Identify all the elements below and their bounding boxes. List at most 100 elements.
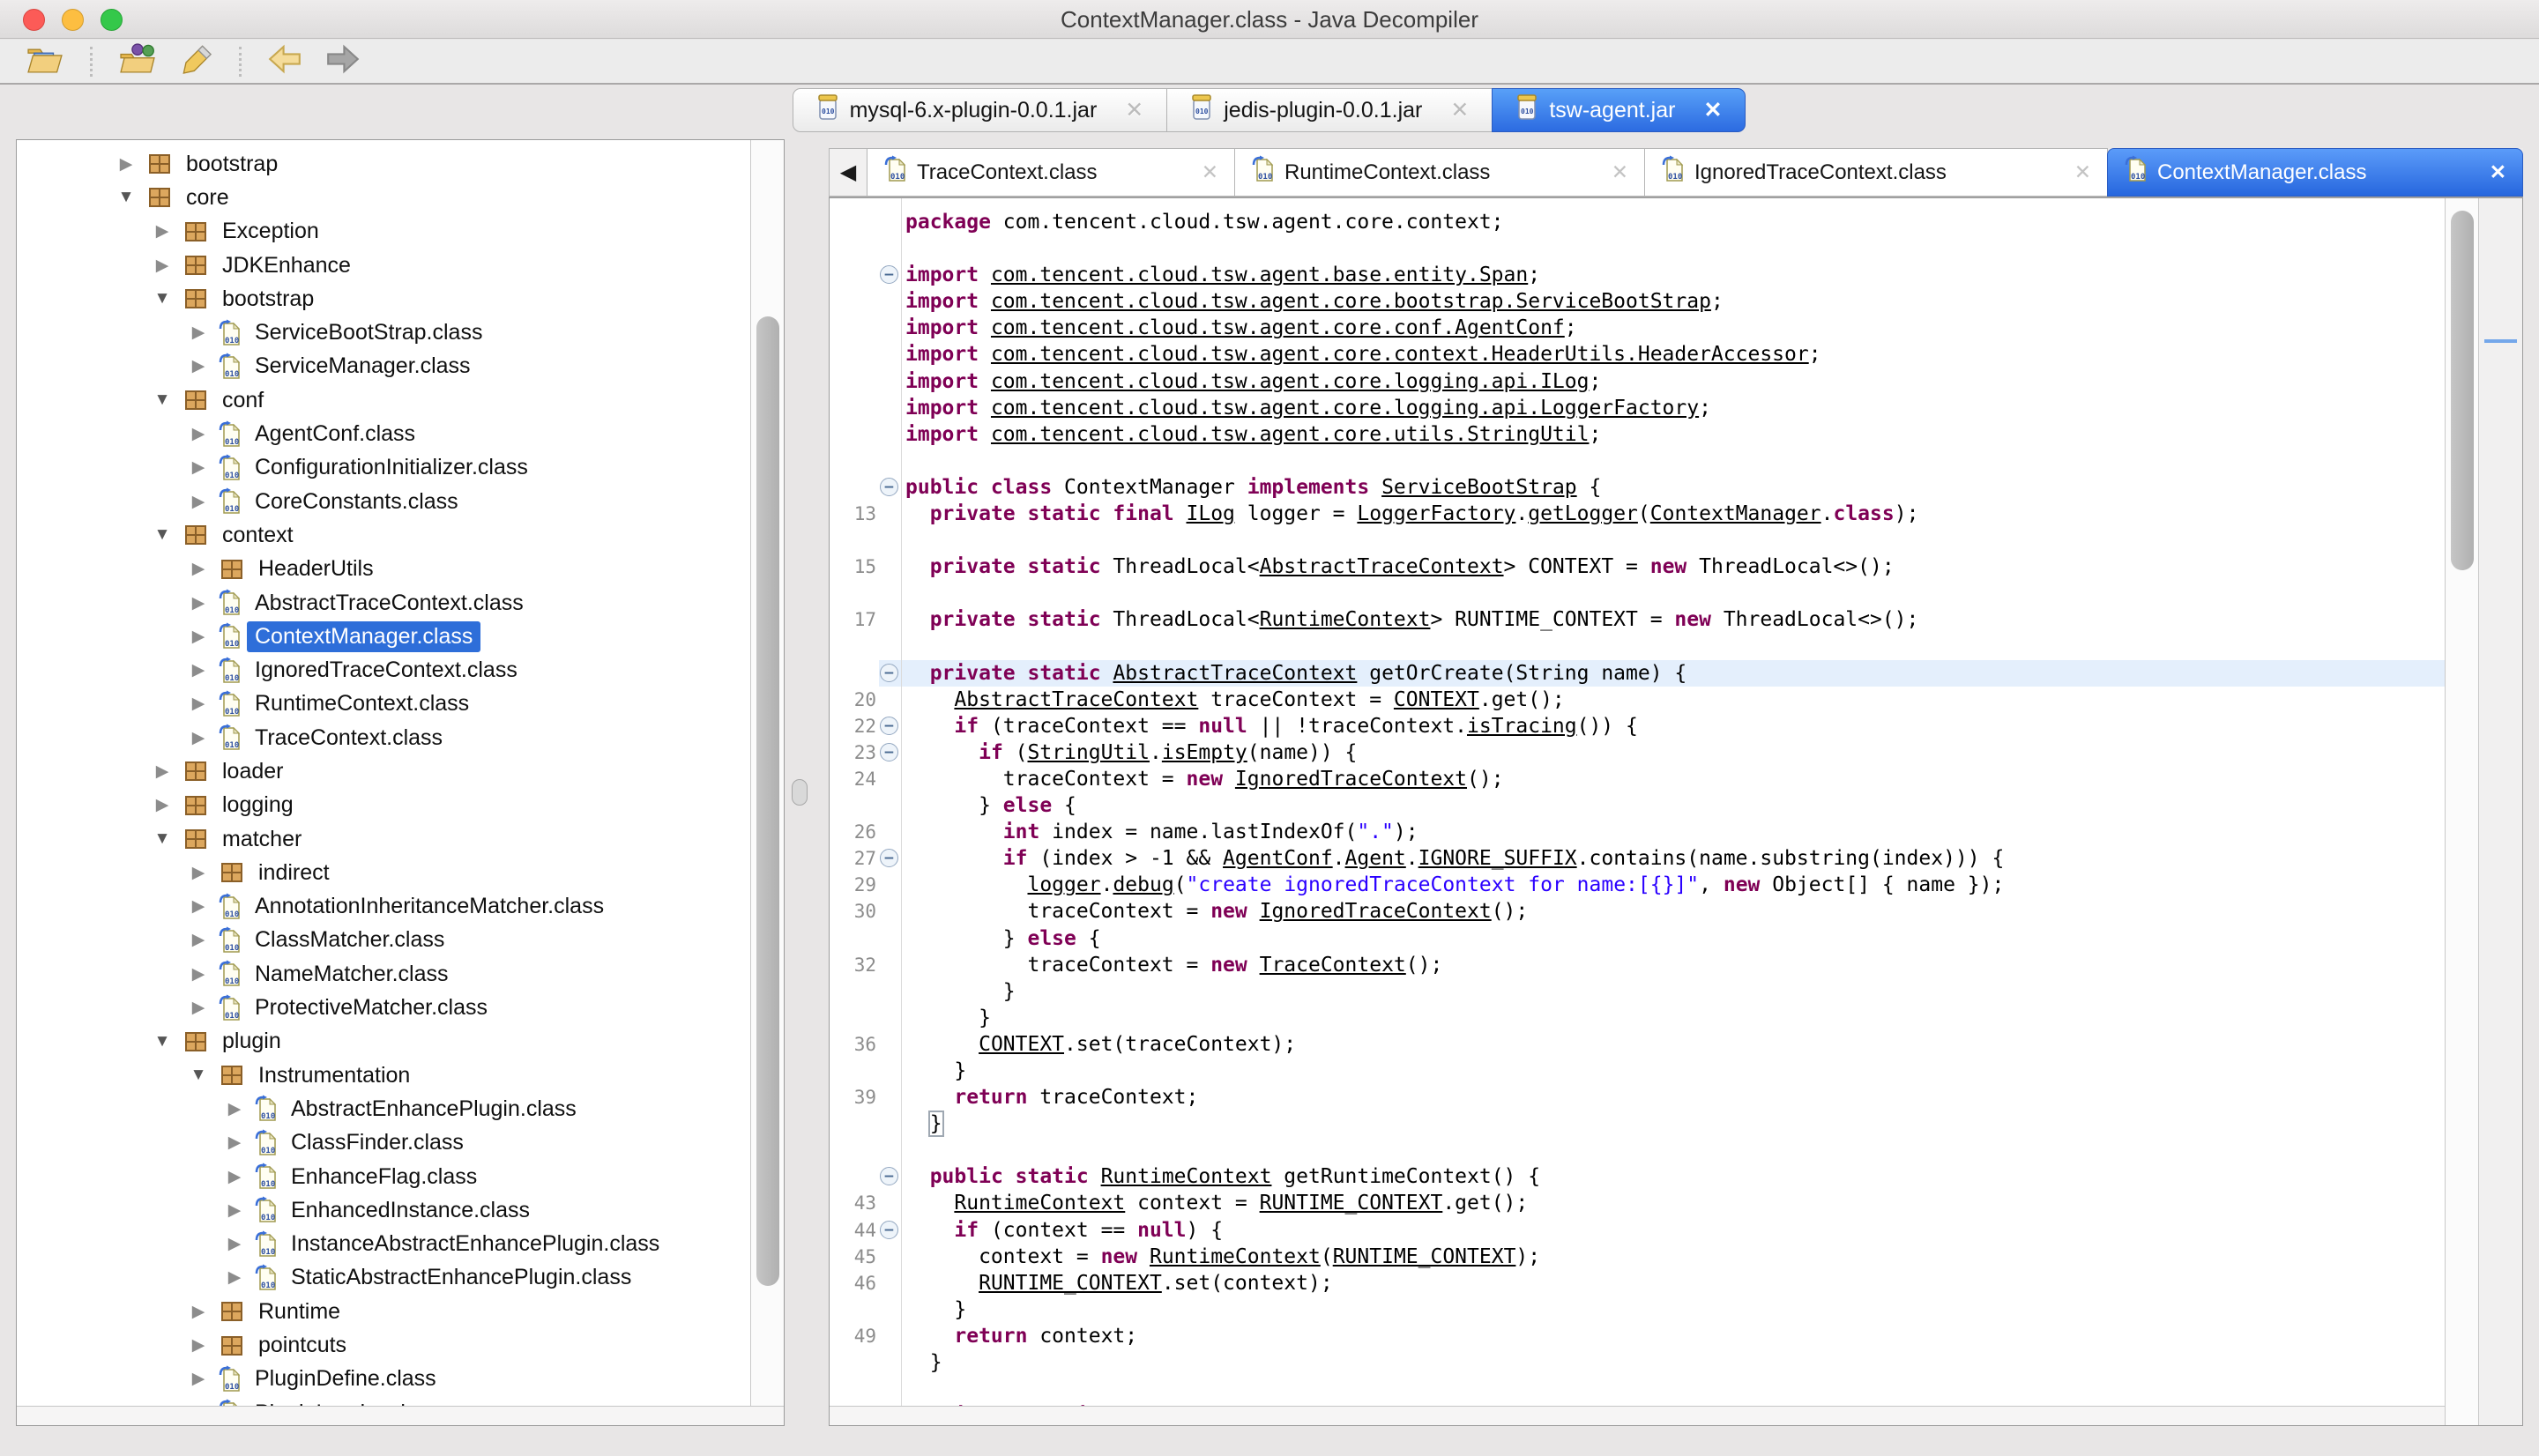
code-link[interactable]: RuntimeContext xyxy=(954,1192,1125,1215)
disclosure-triangle-icon[interactable]: ▶ xyxy=(152,256,173,276)
tree-item[interactable]: ▶JDKEnhance xyxy=(17,249,750,282)
disclosure-triangle-icon[interactable]: ▶ xyxy=(115,154,137,175)
disclosure-triangle-icon[interactable]: ▼ xyxy=(152,525,173,545)
code-link[interactable]: ServiceBootStrap xyxy=(1381,476,1577,499)
tree-item[interactable]: ▶010NameMatcher.class xyxy=(17,957,750,991)
disclosure-triangle-icon[interactable]: ▶ xyxy=(224,1099,245,1119)
disclosure-triangle-icon[interactable]: ▶ xyxy=(188,559,209,579)
disclosure-triangle-icon[interactable]: ▶ xyxy=(224,1133,245,1153)
code-link[interactable]: LoggerFactory xyxy=(1357,502,1515,525)
tree-item[interactable]: ▶010IgnoredTraceContext.class xyxy=(17,653,750,687)
tree-item[interactable]: ▼Instrumentation xyxy=(17,1059,750,1092)
disclosure-triangle-icon[interactable]: ▼ xyxy=(188,1066,209,1085)
tree-item[interactable]: ▶010ConfigurationInitializer.class xyxy=(17,451,750,485)
close-icon[interactable]: ✕ xyxy=(2074,160,2091,184)
code-link[interactable]: RuntimeContext xyxy=(1260,608,1431,631)
code-link[interactable]: debug xyxy=(1113,873,1173,896)
class-tab[interactable]: 010TraceContext.class✕ xyxy=(867,148,1235,197)
disclosure-triangle-icon[interactable]: ▶ xyxy=(152,761,173,782)
tree-item[interactable]: ▼context xyxy=(17,518,750,552)
close-icon[interactable]: ✕ xyxy=(1450,97,1469,123)
code-link[interactable]: ILog xyxy=(1187,502,1235,525)
tree-horizontal-scrollbar[interactable] xyxy=(17,1406,784,1425)
disclosure-triangle-icon[interactable]: ▶ xyxy=(188,964,209,984)
tree-item[interactable]: ▶010ClassMatcher.class xyxy=(17,924,750,957)
code-link[interactable]: RUNTIME_CONTEXT xyxy=(1333,1245,1516,1268)
code-link[interactable]: RUNTIME_CONTEXT xyxy=(1260,1192,1443,1215)
overview-ruler[interactable] xyxy=(2478,198,2522,1425)
class-tab[interactable]: 010IgnoredTraceContext.class✕ xyxy=(1644,148,2108,197)
overview-ruler-marker[interactable] xyxy=(2484,339,2517,343)
close-icon[interactable]: ✕ xyxy=(1202,160,1218,184)
code-link[interactable]: com.tencent.cloud.tsw.agent.core.bootstr… xyxy=(991,290,1711,313)
fold-collapse-icon[interactable]: – xyxy=(880,478,898,496)
tree-item[interactable]: ▶010PluginLoader.class xyxy=(17,1396,750,1406)
jar-tab[interactable]: 010mysql-6.x-plugin-0.0.1.jar✕ xyxy=(793,88,1168,132)
code-area[interactable]: package com.tencent.cloud.tsw.agent.core… xyxy=(830,198,2445,1406)
tree-item[interactable]: ▶loader xyxy=(17,754,750,788)
close-icon[interactable]: ✕ xyxy=(1612,160,1628,184)
code-link[interactable]: com.tencent.cloud.tsw.agent.core.context… xyxy=(991,343,1809,366)
close-icon[interactable]: ✕ xyxy=(2490,160,2506,184)
disclosure-triangle-icon[interactable]: ▶ xyxy=(188,593,209,613)
fold-collapse-icon[interactable]: – xyxy=(880,1167,898,1185)
disclosure-triangle-icon[interactable]: ▼ xyxy=(152,1032,173,1051)
tree-item[interactable]: ▶logging xyxy=(17,789,750,822)
code-link[interactable]: getLogger xyxy=(1528,502,1638,525)
tree-item[interactable]: ▶010ServiceBootStrap.class xyxy=(17,316,750,349)
disclosure-triangle-icon[interactable]: ▶ xyxy=(188,323,209,343)
code-link[interactable]: AgentConf xyxy=(1223,847,1333,870)
back-button[interactable] xyxy=(266,42,303,80)
disclosure-triangle-icon[interactable]: ▶ xyxy=(152,221,173,241)
open-type-button[interactable] xyxy=(117,42,158,80)
tree-vertical-scrollbar[interactable] xyxy=(750,140,784,1406)
fold-collapse-icon[interactable]: – xyxy=(880,743,898,761)
code-link[interactable]: ContextManager xyxy=(1650,502,1821,525)
tree-item[interactable]: ▶010ContextManager.class xyxy=(17,620,750,653)
tree-item[interactable]: ▶010StaticAbstractEnhancePlugin.class xyxy=(17,1261,750,1295)
code-link[interactable]: TraceContext xyxy=(1260,954,1406,977)
code-link[interactable]: AbstractTraceContext xyxy=(1113,662,1357,685)
disclosure-triangle-icon[interactable]: ▶ xyxy=(188,930,209,950)
code-link[interactable]: CONTEXT xyxy=(979,1033,1064,1056)
disclosure-triangle-icon[interactable]: ▶ xyxy=(224,1200,245,1221)
code-link[interactable]: logger xyxy=(1027,873,1100,896)
code-link[interactable]: com.tencent.cloud.tsw.agent.base.entity.… xyxy=(991,264,1528,286)
fold-collapse-icon[interactable]: – xyxy=(880,664,898,682)
disclosure-triangle-icon[interactable]: ▶ xyxy=(224,1234,245,1254)
forward-button[interactable] xyxy=(324,42,361,80)
tree-item[interactable]: ▶HeaderUtils xyxy=(17,553,750,586)
jar-tab[interactable]: 010tsw-agent.jar✕ xyxy=(1492,88,1746,132)
disclosure-triangle-icon[interactable]: ▶ xyxy=(188,627,209,647)
tree-item[interactable]: ▼core xyxy=(17,181,750,214)
tree-item[interactable]: ▼plugin xyxy=(17,1025,750,1059)
disclosure-triangle-icon[interactable]: ▼ xyxy=(152,289,173,308)
tree-item[interactable]: ▶010EnhancedInstance.class xyxy=(17,1193,750,1227)
fold-collapse-icon[interactable]: – xyxy=(880,717,898,735)
code-link[interactable]: RuntimeContext xyxy=(1150,1245,1321,1268)
code-link[interactable]: Agent xyxy=(1345,847,1406,870)
class-tab[interactable]: 010ContextManager.class✕ xyxy=(2107,148,2523,197)
tree-item[interactable]: ▶010TraceContext.class xyxy=(17,721,750,754)
tree-scrollbar-thumb[interactable] xyxy=(756,316,779,1286)
editor-vertical-scrollbar[interactable] xyxy=(2445,198,2478,1425)
tree-item[interactable]: ▶010ServiceManager.class xyxy=(17,350,750,383)
code-link[interactable]: CONTEXT xyxy=(1394,688,1479,711)
disclosure-triangle-icon[interactable]: ▶ xyxy=(152,795,173,815)
tab-scroll-left-button[interactable]: ◀ xyxy=(829,148,867,197)
disclosure-triangle-icon[interactable]: ▶ xyxy=(188,1335,209,1356)
tree-item[interactable]: ▶010ClassFinder.class xyxy=(17,1126,750,1160)
tree-item[interactable]: ▶010EnhanceFlag.class xyxy=(17,1160,750,1193)
tree-item[interactable]: ▶010RuntimeContext.class xyxy=(17,687,750,721)
fold-collapse-icon[interactable]: – xyxy=(880,1221,898,1239)
splitter-handle[interactable] xyxy=(792,779,808,806)
disclosure-triangle-icon[interactable]: ▶ xyxy=(188,356,209,376)
tree-item[interactable]: ▼conf xyxy=(17,383,750,417)
jar-tab[interactable]: 010jedis-plugin-0.0.1.jar✕ xyxy=(1166,88,1493,132)
disclosure-triangle-icon[interactable]: ▶ xyxy=(224,1267,245,1288)
disclosure-triangle-icon[interactable]: ▶ xyxy=(188,424,209,444)
code-link[interactable]: com.tencent.cloud.tsw.agent.core.utils.S… xyxy=(991,423,1590,446)
code-link[interactable]: com.tencent.cloud.tsw.agent.core.logging… xyxy=(991,397,1699,420)
code-link[interactable]: isEmpty xyxy=(1162,741,1247,764)
disclosure-triangle-icon[interactable]: ▶ xyxy=(224,1167,245,1187)
